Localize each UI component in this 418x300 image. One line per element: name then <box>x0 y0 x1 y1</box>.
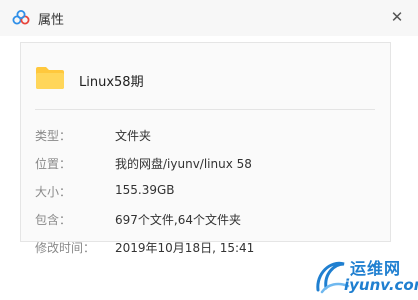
property-label: 大小： <box>35 185 72 199</box>
item-name: Linux58期 <box>79 75 144 90</box>
property-value: 文件夹 <box>115 129 152 143</box>
property-row-location: 位置： 我的网盘/iyunv/linux 58 <box>35 155 380 175</box>
property-row-size: 大小： 155.39GB <box>35 183 380 203</box>
property-label: 修改时间： <box>35 241 96 255</box>
properties-panel: Linux58期 类型： 文件夹 位置： 我的网盘/iyunv/linux 58… <box>20 42 391 255</box>
window-title: 属性 <box>38 13 65 28</box>
folder-icon <box>36 67 64 89</box>
cloud-logo-icon <box>12 10 30 25</box>
property-value: 155.39GB <box>115 183 175 197</box>
property-label: 位置： <box>35 157 72 171</box>
divider <box>35 109 375 110</box>
property-value: 我的网盘/iyunv/linux 58 <box>115 157 252 171</box>
property-label: 类型： <box>35 129 72 143</box>
site-watermark: 运维网 iyunv.com <box>312 250 418 298</box>
property-row-type: 类型： 文件夹 <box>35 127 380 147</box>
watermark-domain: iyunv.com <box>344 276 418 294</box>
property-value: 697个文件,64个文件夹 <box>115 213 241 227</box>
property-label: 包含： <box>35 213 72 227</box>
property-value: 2019年10月18日, 15:41 <box>115 241 255 255</box>
close-button[interactable]: ✕ <box>384 4 410 30</box>
property-row-contains: 包含： 697个文件,64个文件夹 <box>35 211 380 231</box>
title-bar: 属性 ✕ <box>0 0 418 36</box>
